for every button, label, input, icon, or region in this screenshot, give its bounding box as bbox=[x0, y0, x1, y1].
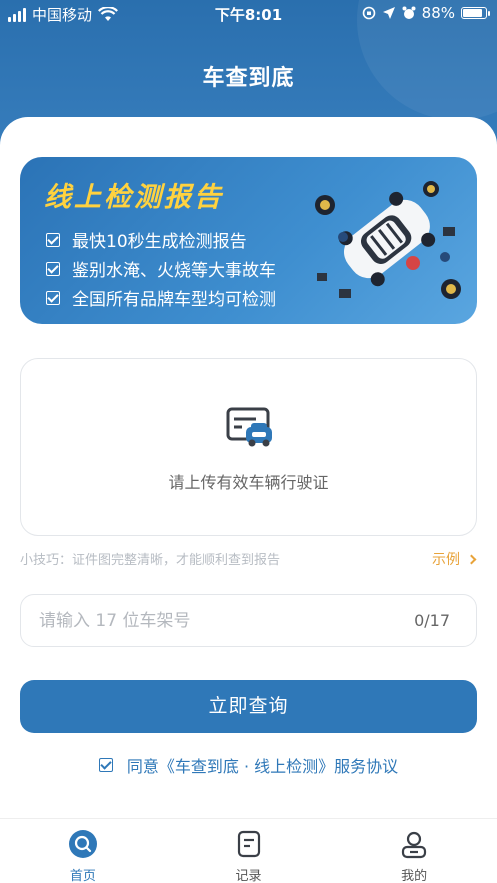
bottom-tab-bar: 首页 记录 我的 bbox=[0, 818, 497, 883]
promo-banner[interactable]: 线上检测报告 最快10秒生成检测报告 鉴别水淹、火烧等大事故车 全国所有品牌车型… bbox=[20, 157, 477, 324]
check-icon bbox=[46, 261, 60, 276]
example-link[interactable]: 示例 bbox=[432, 549, 477, 569]
vin-field[interactable]: 0/17 bbox=[20, 594, 477, 647]
car-inspection-illustration bbox=[315, 181, 461, 299]
tab-records[interactable]: 记录 bbox=[166, 819, 332, 883]
tab-profile[interactable]: 我的 bbox=[331, 819, 497, 883]
battery-fill bbox=[463, 9, 483, 17]
banner-title: 线上检测报告 bbox=[44, 182, 224, 213]
check-icon bbox=[46, 232, 60, 247]
battery-icon bbox=[461, 7, 490, 19]
vehicle-license-icon bbox=[226, 407, 272, 447]
document-icon bbox=[237, 830, 260, 858]
screen-lock-icon bbox=[362, 6, 375, 20]
chevron-right-icon bbox=[466, 554, 477, 564]
license-upload-area[interactable]: 请上传有效车辆行驶证 bbox=[20, 358, 477, 536]
status-bar: 中国移动 下午8:01 88% bbox=[0, 0, 497, 28]
vin-input[interactable] bbox=[39, 595, 399, 646]
tip-text: 小技巧：证件图完整清晰，才能顺利查到报告 bbox=[20, 553, 281, 568]
query-button[interactable]: 立即查询 bbox=[20, 680, 477, 733]
person-icon bbox=[402, 831, 427, 859]
tab-label: 我的 bbox=[401, 869, 428, 883]
home-search-icon bbox=[68, 830, 97, 858]
page-title: 车查到底 bbox=[202, 66, 295, 91]
agreement-link[interactable]: 同意《车查到底 · 线上检测》服务协议 bbox=[127, 753, 398, 777]
agreement-checkbox[interactable] bbox=[98, 758, 113, 772]
vin-counter: 0/17 bbox=[414, 611, 450, 630]
status-right: 88% bbox=[362, 4, 490, 22]
agreement-row: 同意《车查到底 · 线上检测》服务协议 bbox=[0, 753, 497, 777]
alarm-icon bbox=[402, 6, 416, 19]
banner-feature-text: 鉴别水淹、火烧等大事故车 bbox=[72, 261, 276, 281]
banner-feature-text: 最快10秒生成检测报告 bbox=[72, 232, 247, 252]
tab-label: 记录 bbox=[235, 869, 262, 883]
upload-hint: 请上传有效车辆行驶证 bbox=[168, 473, 329, 492]
battery-percent: 88% bbox=[421, 4, 455, 22]
tab-home[interactable]: 首页 bbox=[0, 819, 166, 883]
check-icon bbox=[46, 290, 60, 305]
banner-feature-text: 全国所有品牌车型均可检测 bbox=[72, 290, 276, 310]
tip-row: 小技巧：证件图完整清晰，才能顺利查到报告 示例 bbox=[20, 549, 477, 569]
location-icon bbox=[382, 7, 395, 19]
tab-label: 首页 bbox=[69, 869, 96, 883]
example-label: 示例 bbox=[432, 552, 460, 568]
banner-feature-item: 鉴别水淹、火烧等大事故车 bbox=[46, 254, 276, 283]
banner-feature-item: 最快10秒生成检测报告 bbox=[46, 225, 276, 254]
banner-feature-item: 全国所有品牌车型均可检测 bbox=[46, 283, 276, 312]
banner-feature-list: 最快10秒生成检测报告 鉴别水淹、火烧等大事故车 全国所有品牌车型均可检测 bbox=[46, 225, 276, 312]
